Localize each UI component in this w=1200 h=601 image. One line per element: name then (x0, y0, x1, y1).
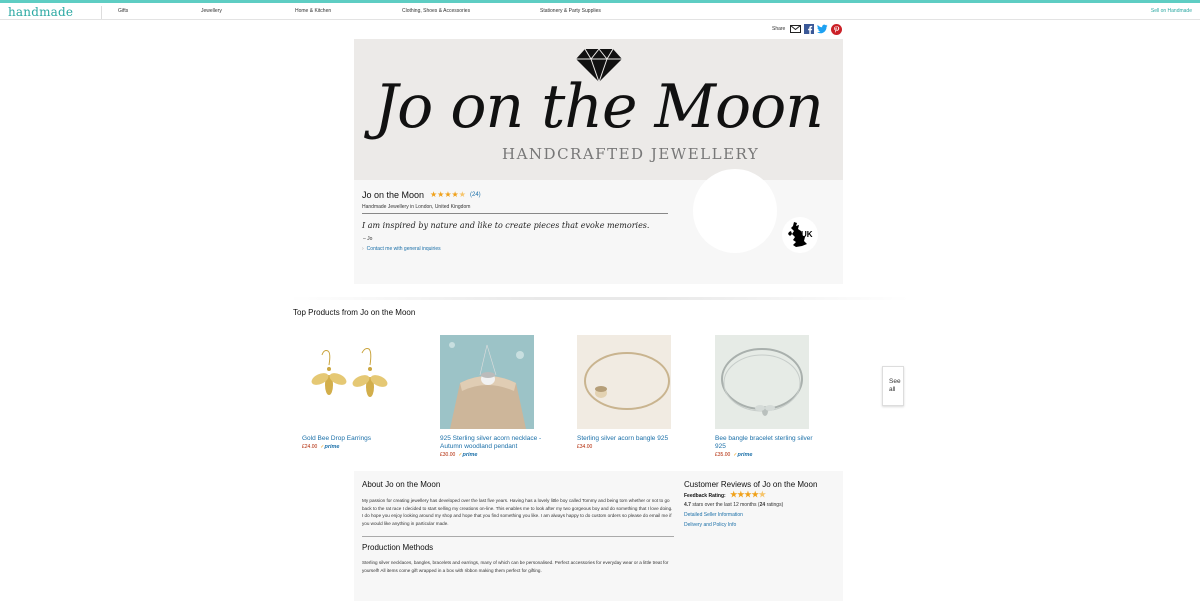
product-image-bee-earrings[interactable] (302, 335, 396, 429)
production-methods-title: Production Methods (362, 543, 434, 552)
handmade-logo[interactable]: handmade (8, 5, 73, 19)
product-name[interactable]: 925 Sterling silver acorn necklace - Aut… (440, 435, 550, 451)
star-half-icon: ★ (458, 190, 466, 199)
logo-divider (101, 6, 102, 19)
share-label: Share (772, 26, 786, 32)
about-text: My passion for creating jewellery has de… (362, 498, 673, 526)
pinterest-icon[interactable] (831, 23, 843, 35)
review-count: 24 (759, 502, 766, 508)
sell-on-handmade-link[interactable]: Sell on Handmade (1151, 8, 1192, 14)
product-image-acorn-necklace[interactable] (440, 335, 534, 429)
see-all-button[interactable]: See all (882, 366, 904, 406)
contact-link[interactable]: › Contact me with general inquiries (362, 246, 441, 252)
share-bar: Share (772, 23, 843, 35)
seller-info-link[interactable]: Detailed Seller Information (684, 512, 743, 518)
star-icon: ★ (437, 190, 445, 199)
contact-link-label: Contact me with general inquiries (366, 246, 441, 252)
product-price-row: £34.00 (577, 444, 687, 450)
product-price-row: £35.00 ✓prime (715, 452, 825, 458)
product-name[interactable]: Gold Bee Drop Earrings (302, 435, 412, 443)
nav-item-jewellery[interactable]: Jewellery (201, 8, 222, 14)
top-products-title: Top Products from Jo on the Moon (293, 308, 416, 317)
email-icon[interactable] (790, 25, 802, 33)
about-panel: About Jo on the Moon My passion for crea… (354, 471, 843, 601)
rating-count[interactable]: (24) (470, 192, 481, 198)
star-icon: ★ (751, 490, 759, 499)
product-price: £24.00 (302, 444, 318, 450)
product-image-acorn-bangle[interactable] (577, 335, 671, 429)
divider (362, 536, 674, 537)
banner-title: Jo on the Moon (374, 72, 824, 142)
star-icon: ★ (444, 190, 452, 199)
review-count-suffix: ratings (766, 502, 782, 508)
prime-badge: ✓prime (320, 444, 340, 450)
divider (362, 213, 668, 214)
product-name[interactable]: Sterling silver acorn bangle 925 (577, 435, 687, 443)
product-card[interactable]: 925 Sterling silver acorn necklace - Aut… (440, 335, 550, 458)
country-code: UK (801, 230, 813, 239)
star-icon: ★ (744, 490, 752, 499)
shop-banner: Jo on the Moon HANDCRAFTED JEWELLERY (354, 39, 843, 180)
prime-badge: ✓prime (458, 452, 478, 458)
review-score: 4.7 (684, 502, 691, 508)
feedback-label: Feedback Rating: (684, 493, 726, 499)
product-price: £35.00 (715, 452, 731, 458)
chevron-right-icon: › (362, 246, 364, 252)
shop-rating-stars[interactable]: ★ ★ ★ ★ ★ (430, 191, 466, 199)
top-navigation: handmade Gifts Jewellery Home & Kitchen … (0, 0, 1200, 20)
product-price-row: £24.00 ✓prime (302, 444, 412, 450)
about-title: About Jo on the Moon (362, 480, 441, 489)
product-price: £34.00 (577, 444, 593, 450)
product-card[interactable]: Sterling silver acorn bangle 925 £34.00 (577, 335, 687, 450)
star-icon: ★ (451, 190, 459, 199)
product-price: £30.00 (440, 452, 456, 458)
feedback-rating-row: Feedback Rating: ★★★★★ (684, 491, 766, 500)
product-card[interactable]: Gold Bee Drop Earrings £24.00 ✓prime (302, 335, 412, 450)
star-half-icon: ★ (758, 490, 766, 499)
shop-name: Jo on the Moon (362, 190, 425, 200)
twitter-icon[interactable] (817, 24, 828, 34)
shop-location: Handmade Jewellery in London, United Kin… (362, 204, 471, 210)
nav-item-home-kitchen[interactable]: Home & Kitchen (295, 8, 331, 14)
section-divider (290, 297, 910, 300)
nav-item-clothing[interactable]: Clothing, Shoes & Accessories (402, 8, 470, 14)
star-icon: ★ (430, 190, 438, 199)
shop-profile-card: Jo on the Moon ★ ★ ★ ★ ★ (24) Handmade Jewel… (354, 169, 843, 284)
shop-quote: I am inspired by nature and like to crea… (362, 221, 650, 230)
product-price-row: £30.00 ✓prime (440, 452, 550, 458)
nav-item-gifts[interactable]: Gifts (118, 8, 128, 14)
reviews-title: Customer Reviews of Jo on the Moon (684, 480, 818, 489)
product-card[interactable]: Bee bangle bracelet sterling silver 925 … (715, 335, 825, 458)
production-methods-text: Sterling silver necklaces, bangles, brac… (362, 560, 669, 573)
review-summary: 4.7 stars over the last 12 months (24 ra… (684, 502, 784, 508)
nav-item-stationery[interactable]: Stationery & Party Supplies (540, 8, 601, 14)
quote-author: – Jo (363, 236, 373, 242)
review-period: stars over the last 12 months (692, 502, 757, 508)
product-name[interactable]: Bee bangle bracelet sterling silver 925 (715, 435, 825, 451)
banner-subtitle: HANDCRAFTED JEWELLERY (502, 145, 760, 163)
product-image-bee-bangle[interactable] (715, 335, 809, 429)
facebook-icon[interactable] (804, 24, 815, 34)
avatar (693, 169, 777, 253)
delivery-policy-link[interactable]: Delivery and Policy Info (684, 522, 736, 528)
feedback-stars[interactable]: ★★★★★ (730, 491, 766, 499)
prime-badge: ✓prime (733, 452, 753, 458)
country-badge: UK (782, 217, 818, 253)
